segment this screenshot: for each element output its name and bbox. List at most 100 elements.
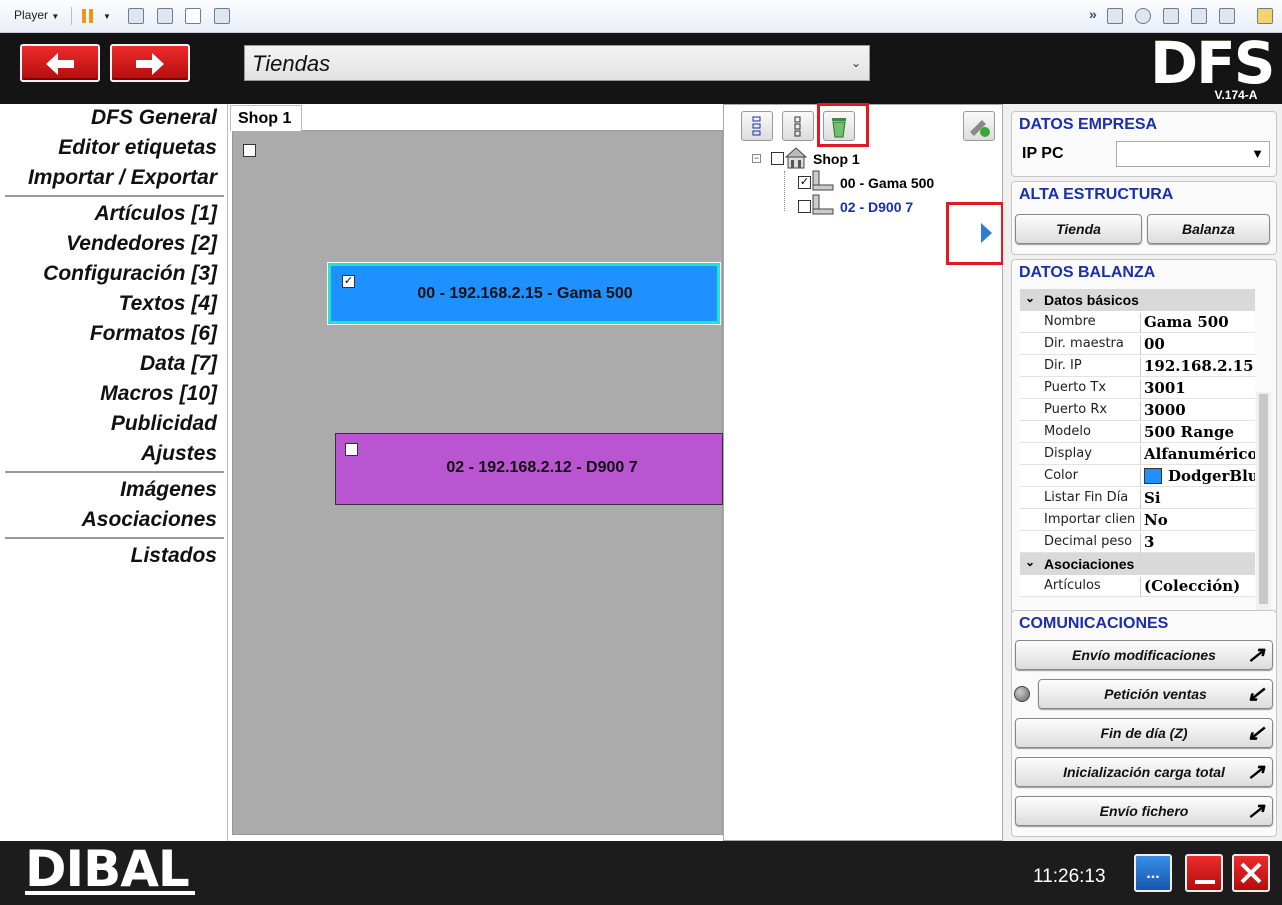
property-row[interactable]: Dir. IP 192.168.2.15 (1020, 355, 1255, 377)
tree-root-label[interactable]: Shop 1 (813, 151, 860, 167)
scrollbar-thumb[interactable] (1259, 394, 1268, 604)
collapse-all-icon[interactable] (782, 111, 814, 141)
right-panel: DATOS EMPRESA IP PC ▼ ALTA ESTRUCTURA Ti… (1003, 104, 1282, 841)
arrow-up-right-icon: ↗ (1246, 798, 1265, 823)
scale-box-gama-500[interactable]: ✓ 00 - 192.168.2.15 - Gama 500 (327, 262, 721, 325)
property-value[interactable]: 3 (1140, 533, 1255, 553)
arrow-up-right-icon: ↗ (1246, 642, 1265, 667)
expand-all-icon[interactable] (741, 111, 773, 141)
property-value[interactable]: 00 (1140, 335, 1255, 355)
property-row[interactable]: Modelo 500 Range (1020, 421, 1255, 443)
fullscreen-icon[interactable] (185, 8, 201, 24)
property-value[interactable]: (Colección) (1140, 577, 1255, 597)
property-grid[interactable]: ⌄ Datos básicos Nombre Gama 500 Dir. maest… (1020, 289, 1255, 599)
arrow-left-icon (46, 53, 74, 75)
expand-panel-arrow-icon[interactable] (979, 221, 993, 245)
category-datos-basicos[interactable]: ⌄ Datos básicos (1020, 289, 1255, 311)
menu-item-data[interactable]: Data [7] (140, 352, 217, 376)
menu-item-editor-etiquetas[interactable]: Editor etiquetas (58, 136, 217, 160)
property-value[interactable]: Gama 500 (1140, 313, 1255, 333)
hard-disk-icon[interactable] (1107, 8, 1123, 24)
more-button[interactable]: ... (1134, 854, 1172, 892)
usb-icon[interactable] (157, 8, 173, 24)
menu-item-listados[interactable]: Listados (131, 544, 217, 568)
tree-node-gama-500[interactable]: 00 - Gama 500 (840, 175, 934, 191)
menu-item-macros[interactable]: Macros [10] (100, 382, 217, 406)
add-balanza-button[interactable]: Balanza (1147, 214, 1270, 244)
tree-list-icon (752, 116, 761, 136)
property-value[interactable]: 192.168.2.15 (1140, 357, 1255, 377)
message-log-icon[interactable] (1257, 8, 1273, 24)
property-row[interactable]: Puerto Rx 3000 (1020, 399, 1255, 421)
inicializacion-carga-total-button[interactable]: Inicialización carga total ↗ (1015, 757, 1273, 787)
property-name: Modelo (1044, 424, 1091, 439)
property-row[interactable]: Importar clien No (1020, 509, 1255, 531)
cd-icon[interactable] (1135, 8, 1151, 24)
envio-modificaciones-button[interactable]: Envío modificaciones ↗ (1015, 640, 1273, 670)
ip-pc-dropdown[interactable]: ▼ (1116, 141, 1270, 167)
tab-shop-1[interactable]: Shop 1 (230, 105, 302, 131)
tree-collapse-toggle[interactable]: − (752, 154, 761, 163)
button-label: Fin de día (Z) (1100, 725, 1188, 741)
tree-root-checkbox[interactable] (771, 152, 784, 165)
unity-icon[interactable] (214, 8, 230, 24)
menu-item-dfs-general[interactable]: DFS General (91, 106, 217, 130)
property-value[interactable]: 3000 (1140, 401, 1255, 421)
app-window: Player ▼ ▼ » Tiendas ⌄ DFS V.174-A DFS G… (0, 0, 1282, 905)
menu-item-publicidad[interactable]: Publicidad (111, 412, 217, 436)
property-row[interactable]: Dir. maestra 00 (1020, 333, 1255, 355)
connection-test-icon[interactable] (963, 111, 995, 141)
property-row[interactable]: Puerto Tx 3001 (1020, 377, 1255, 399)
player-menu[interactable]: Player ▼ (14, 8, 59, 22)
comunicaciones-group: COMUNICACIONES Envío modificaciones ↗ Pet… (1011, 610, 1277, 837)
property-row[interactable]: Artículos (Colección) (1020, 575, 1255, 597)
pause-dropdown-icon[interactable]: ▼ (103, 12, 111, 21)
version-label: V.174-A (1214, 88, 1258, 102)
property-row[interactable]: Display Alfanumérico (1020, 443, 1255, 465)
app-footer: DIBAL 11:26:13 ... (0, 841, 1282, 905)
property-row[interactable]: ColorDodgerBlue (1020, 465, 1255, 487)
pause-icon[interactable] (82, 9, 86, 23)
close-button[interactable] (1232, 854, 1270, 892)
scale-checkbox[interactable] (345, 443, 358, 456)
property-name: Decimal peso (1044, 534, 1133, 549)
minimize-button[interactable] (1185, 854, 1223, 892)
menu-item-configuracion[interactable]: Configuración [3] (43, 262, 217, 286)
property-value[interactable]: Si (1140, 489, 1255, 509)
fin-de-dia-button[interactable]: Fin de día (Z) ↙ (1015, 718, 1273, 748)
store-icon (784, 147, 808, 169)
menu-item-imagenes[interactable]: Imágenes (120, 478, 217, 502)
category-asociaciones[interactable]: ⌄ Asociaciones (1020, 553, 1255, 575)
network-icon[interactable] (1163, 8, 1179, 24)
shop-checkbox[interactable] (243, 144, 256, 157)
property-value[interactable]: No (1140, 511, 1255, 531)
menu-item-articulos[interactable]: Artículos [1] (94, 202, 217, 226)
envio-fichero-button[interactable]: Envío fichero ↗ (1015, 796, 1273, 826)
scale-box-d900[interactable]: 02 - 192.168.2.12 - D900 7 (335, 433, 723, 505)
forward-button[interactable] (110, 44, 190, 82)
tree-node-d900[interactable]: 02 - D900 7 (840, 199, 913, 215)
section-select[interactable]: Tiendas ⌄ (244, 45, 870, 81)
menu-item-formatos[interactable]: Formatos [6] (90, 322, 217, 346)
property-name: Puerto Tx (1044, 380, 1107, 395)
menu-item-ajustes[interactable]: Ajustes (141, 442, 217, 466)
property-row[interactable]: Listar Fin Día Si (1020, 487, 1255, 509)
scale-label: 00 - 192.168.2.15 - Gama 500 (417, 285, 633, 302)
peticion-ventas-button[interactable]: Petición ventas ↙ (1038, 679, 1273, 709)
property-value[interactable]: 500 Range (1140, 423, 1255, 443)
back-button[interactable] (20, 44, 100, 82)
sound-icon[interactable] (1219, 8, 1235, 24)
menu-item-textos[interactable]: Textos [4] (119, 292, 217, 316)
property-value[interactable]: Alfanumérico (1140, 445, 1255, 465)
property-value[interactable]: 3001 (1140, 379, 1255, 399)
menu-item-vendedores[interactable]: Vendedores [2] (66, 232, 217, 256)
more-chevron-icon[interactable]: » (1089, 6, 1097, 22)
printer-icon[interactable] (1191, 8, 1207, 24)
property-row[interactable]: Nombre Gama 500 (1020, 311, 1255, 333)
highlight-box (817, 103, 869, 147)
menu-item-asociaciones[interactable]: Asociaciones (82, 508, 217, 532)
property-row[interactable]: Decimal peso 3 (1020, 531, 1255, 553)
menu-item-importar-exportar[interactable]: Importar / Exportar (28, 166, 217, 190)
send-keys-icon[interactable] (128, 8, 144, 24)
add-tienda-button[interactable]: Tienda (1015, 214, 1142, 244)
